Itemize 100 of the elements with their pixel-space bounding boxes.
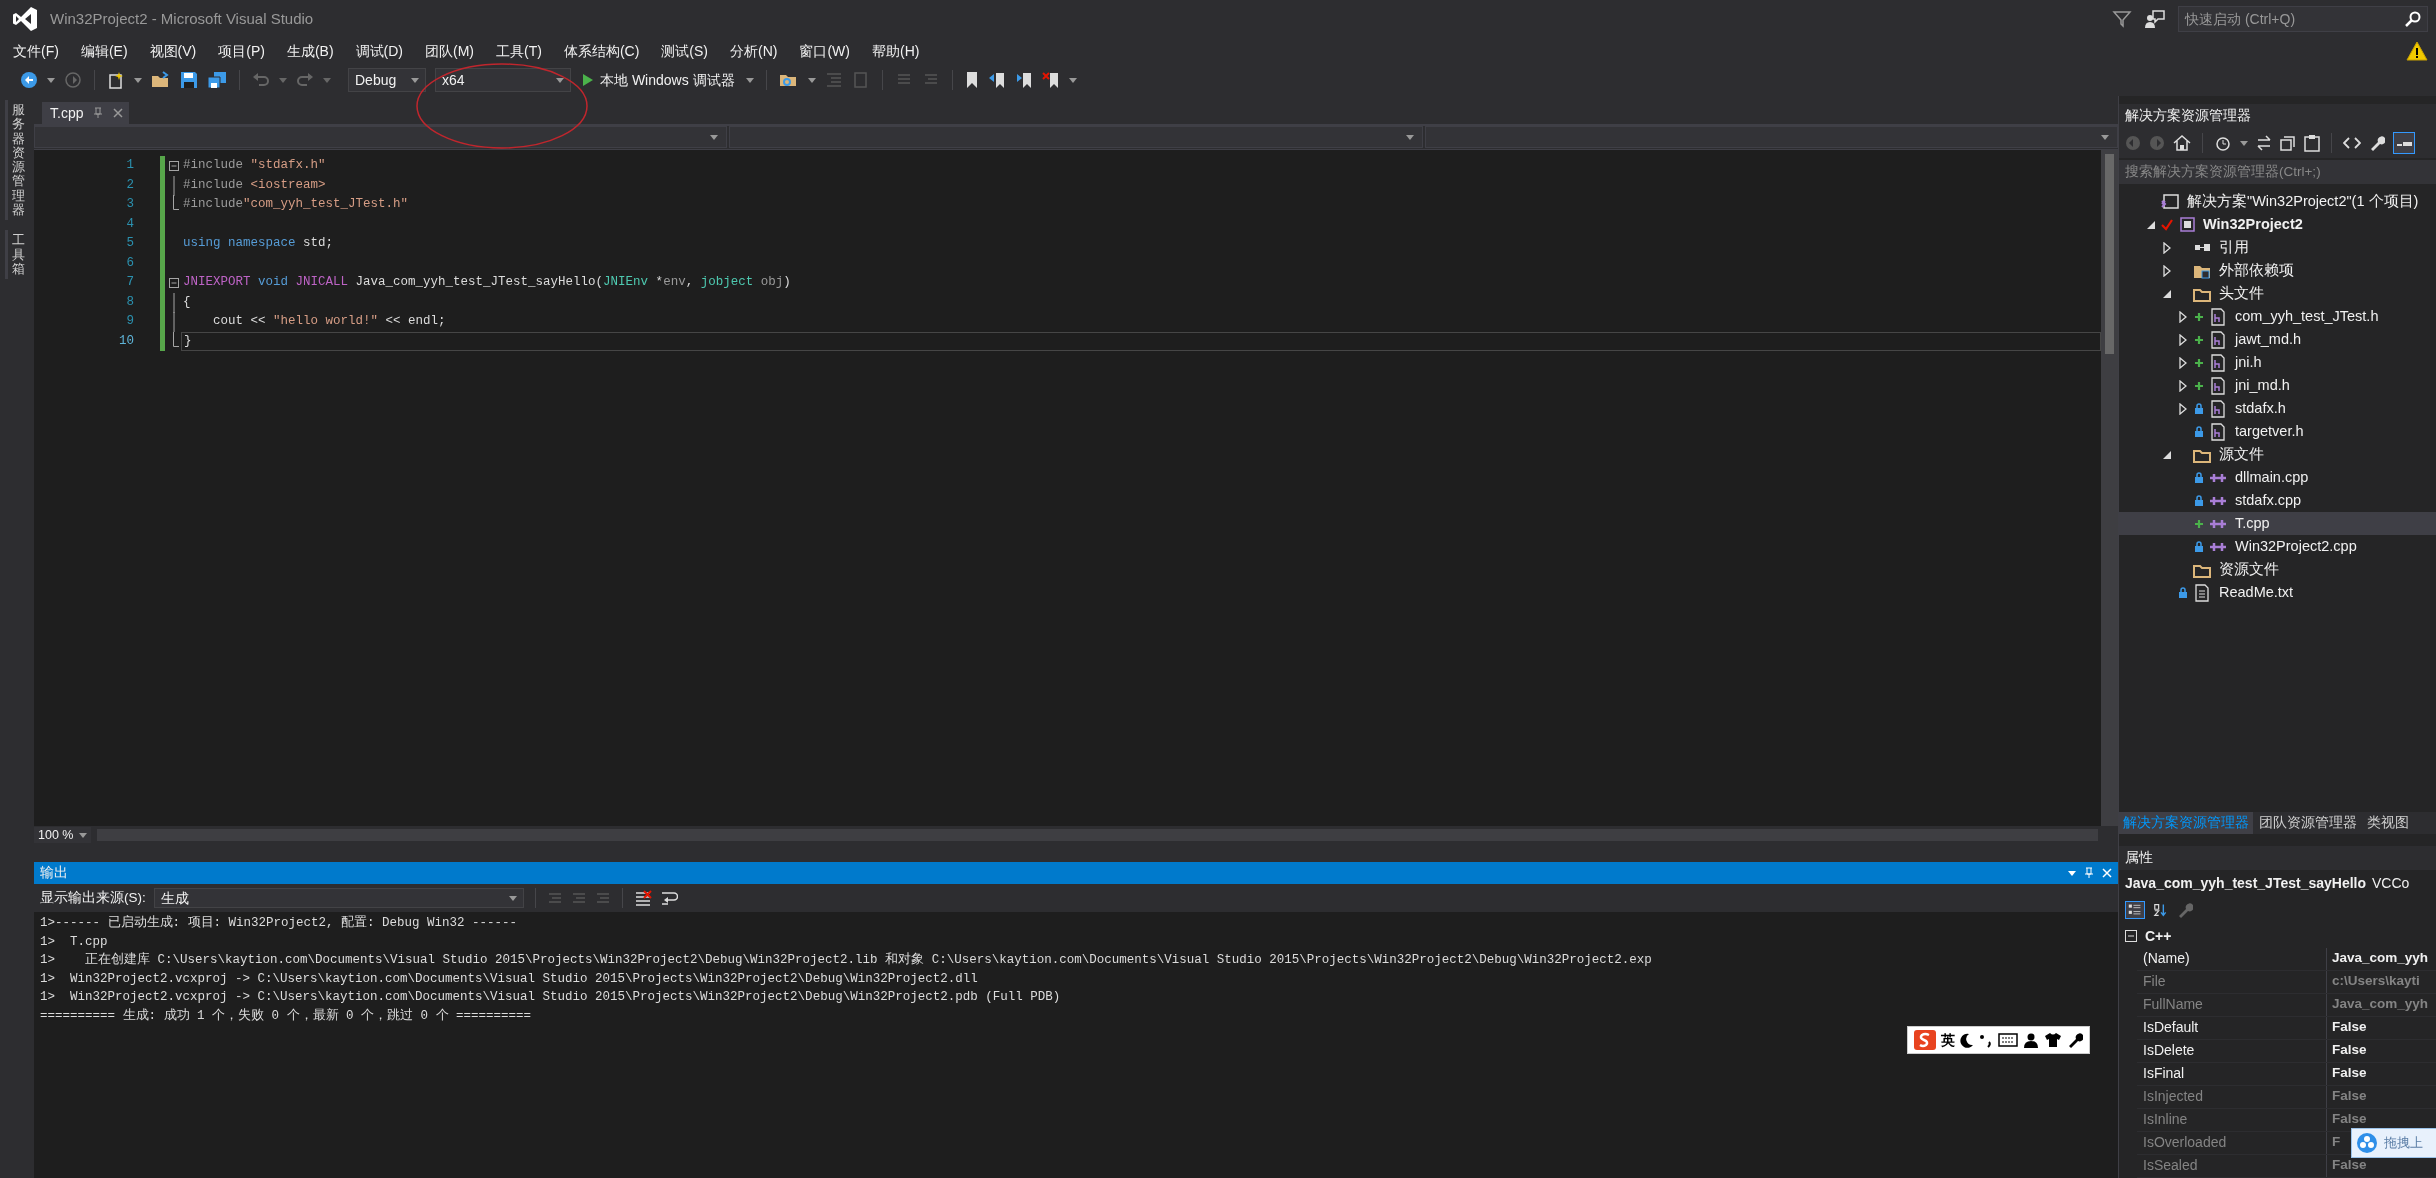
caret-icon[interactable] <box>79 832 88 838</box>
word-wrap-icon[interactable] <box>659 890 678 906</box>
caret-icon[interactable] <box>47 77 55 83</box>
caret-icon[interactable] <box>508 895 517 901</box>
menu-item[interactable]: 窗口(W) <box>788 40 861 62</box>
caret-icon[interactable] <box>134 77 142 83</box>
caret-icon[interactable] <box>279 77 287 83</box>
previous-bookmark-icon[interactable] <box>987 71 1006 89</box>
tree-item[interactable]: Win32Project2.cpp <box>2119 535 2436 558</box>
tree-item[interactable]: dllmain.cpp <box>2119 466 2436 489</box>
caret-icon[interactable] <box>2240 140 2248 146</box>
next-bookmark-icon[interactable] <box>1014 71 1033 89</box>
sync-icon[interactable] <box>2256 135 2272 151</box>
quick-launch-field[interactable]: 快速启动 (Ctrl+Q) <box>2178 6 2428 32</box>
caret-icon[interactable] <box>411 77 419 83</box>
collapsed-arrow-icon[interactable] <box>2179 402 2187 415</box>
tree-item[interactable]: targetver.h <box>2119 420 2436 443</box>
collapse-icon[interactable] <box>169 161 179 171</box>
collapsed-arrow-icon[interactable] <box>2163 264 2171 277</box>
tree-item[interactable]: 资源文件 <box>2119 558 2436 581</box>
caret-icon[interactable] <box>1068 77 1077 83</box>
menu-item[interactable]: 工具(T) <box>485 40 553 62</box>
undo-icon[interactable] <box>252 71 270 89</box>
input-method-logo[interactable] <box>1914 1030 1936 1050</box>
caret-icon[interactable] <box>556 77 564 83</box>
caret-icon[interactable] <box>1405 134 1414 140</box>
tree-item[interactable]: 源文件 <box>2119 443 2436 466</box>
property-value[interactable]: False <box>2327 1017 2367 1039</box>
expanded-arrow-icon[interactable] <box>2162 288 2172 299</box>
menu-item[interactable]: 项目(P) <box>207 40 276 62</box>
folder-icon[interactable] <box>151 71 171 89</box>
user-icon[interactable] <box>2023 1032 2039 1048</box>
menu-item[interactable]: 帮助(H) <box>861 40 931 62</box>
menu-item[interactable]: 分析(N) <box>719 40 789 62</box>
platform-dropdown[interactable]: x64 <box>435 68 571 92</box>
start-debugging-button[interactable]: 本地 Windows 调试器 <box>580 69 737 91</box>
search-icon[interactable] <box>2405 11 2421 27</box>
tree-item[interactable]: 引用 <box>2119 236 2436 259</box>
tree-item[interactable]: T.cpp <box>2119 512 2436 535</box>
tree-item[interactable]: jni.h <box>2119 351 2436 374</box>
document-tab[interactable]: T.cpp <box>42 102 130 124</box>
tree-item[interactable]: 头文件 <box>2119 282 2436 305</box>
caret-icon[interactable] <box>710 134 719 140</box>
caret-icon[interactable] <box>2068 870 2076 876</box>
caret-icon[interactable] <box>807 77 816 83</box>
tree-item[interactable]: Win32Project2 <box>2119 213 2436 236</box>
menu-item[interactable]: 生成(B) <box>275 40 345 62</box>
menu-item[interactable]: 体系结构(C) <box>552 40 651 62</box>
collapse-all-icon[interactable] <box>2280 135 2296 151</box>
punctuation-icon[interactable] <box>1979 1032 1993 1048</box>
clear-bookmarks-icon[interactable] <box>1041 71 1060 89</box>
save-icon[interactable] <box>180 71 198 89</box>
wrench-icon[interactable] <box>2067 1032 2083 1048</box>
caret-icon[interactable] <box>745 77 754 83</box>
feedback-icon[interactable] <box>2144 9 2166 29</box>
collapsed-arrow-icon[interactable] <box>2179 333 2187 346</box>
configuration-dropdown[interactable]: Debug <box>348 68 426 92</box>
shirt-icon[interactable] <box>2044 1032 2062 1048</box>
tree-item[interactable]: jawt_md.h <box>2119 328 2436 351</box>
menu-item[interactable]: 视图(V) <box>138 40 208 62</box>
pin-icon[interactable] <box>93 107 104 119</box>
panel-tab[interactable]: 团队资源管理器 <box>2255 812 2361 834</box>
menu-item[interactable]: 团队(M) <box>414 40 485 62</box>
scrollbar-thumb[interactable] <box>2105 154 2114 354</box>
tree-item[interactable]: 解决方案"Win32Project2"(1 个项目) <box>2119 190 2436 213</box>
redo-icon[interactable] <box>296 71 314 89</box>
menu-item[interactable]: 测试(S) <box>650 40 719 62</box>
wrench-icon[interactable] <box>2369 135 2385 151</box>
zoom-dropdown[interactable]: 100 % <box>34 827 92 843</box>
property-value[interactable]: False <box>2327 1040 2367 1062</box>
collapsed-arrow-icon[interactable] <box>2179 356 2187 369</box>
output-source-dropdown[interactable]: 生成 <box>153 888 524 908</box>
property-value[interactable]: False <box>2327 1063 2367 1085</box>
tree-item[interactable]: jni_md.h <box>2119 374 2436 397</box>
property-value[interactable]: Java_com_yyh <box>2327 948 2429 970</box>
tree-item[interactable]: stdafx.cpp <box>2119 489 2436 512</box>
tree-item[interactable]: stdafx.h <box>2119 397 2436 420</box>
collapsed-arrow-icon[interactable] <box>2179 379 2187 392</box>
tree-item[interactable]: ReadMe.txt <box>2119 581 2436 604</box>
tree-item[interactable]: com_yyh_test_JTest.h <box>2119 305 2436 328</box>
expanded-arrow-icon[interactable] <box>2162 449 2172 460</box>
show-all-files-icon[interactable] <box>2304 134 2320 152</box>
input-mode-toggle[interactable]: 英 <box>1941 1029 1955 1051</box>
caret-icon[interactable] <box>323 77 331 83</box>
filter-icon[interactable] <box>2112 9 2132 29</box>
warning-icon[interactable] <box>2406 41 2428 61</box>
forward-icon[interactable] <box>64 71 82 89</box>
collapse-icon[interactable] <box>169 278 179 288</box>
menu-item[interactable]: 调试(D) <box>344 40 414 62</box>
tree-item[interactable]: 外部依赖项 <box>2119 259 2436 282</box>
collapsed-arrow-icon[interactable] <box>2179 310 2187 323</box>
keyboard-icon[interactable] <box>1998 1033 2018 1047</box>
pending-changes-icon[interactable] <box>2214 135 2232 151</box>
collapsed-arrow-icon[interactable] <box>2163 241 2171 254</box>
menu-item[interactable]: 文件(F) <box>2 40 70 62</box>
categorized-view-icon[interactable] <box>2125 901 2145 919</box>
panel-tab[interactable]: 类视图 <box>2363 812 2413 834</box>
search-field[interactable]: 搜索解决方案资源管理器(Ctrl+;) <box>2119 160 2436 184</box>
home-icon[interactable] <box>2173 135 2191 151</box>
clear-all-icon[interactable] <box>633 890 652 906</box>
